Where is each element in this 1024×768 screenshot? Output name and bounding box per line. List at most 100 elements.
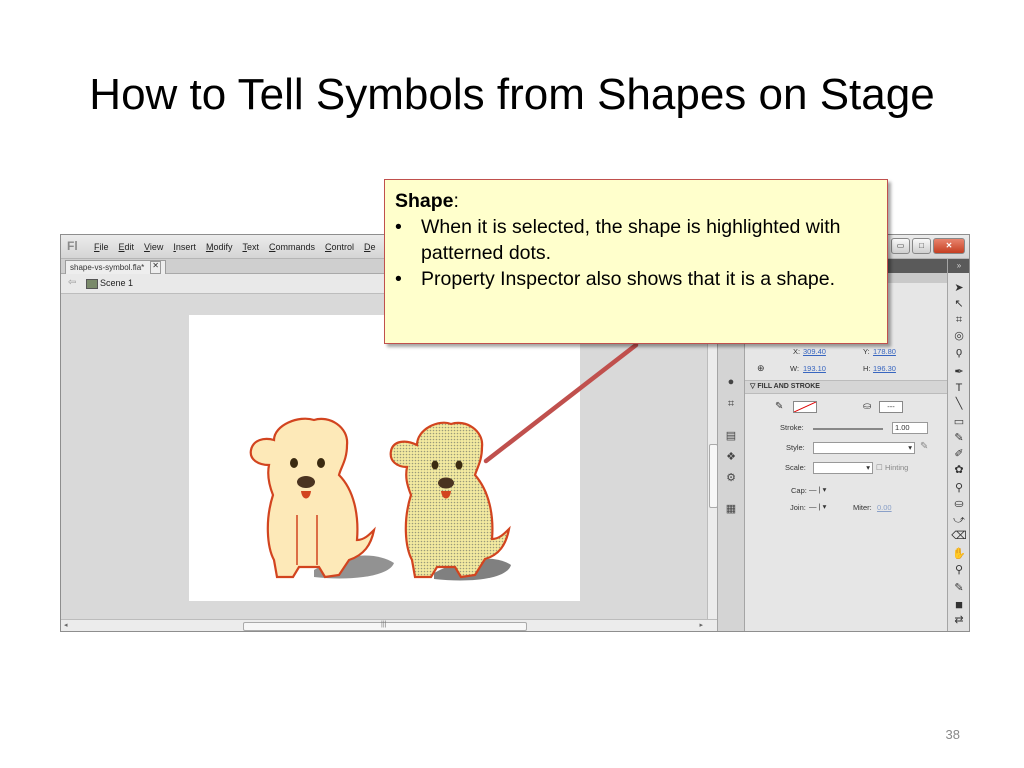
chevron-down-icon: ▾ xyxy=(866,463,870,472)
miter-value[interactable]: 0.00 xyxy=(877,503,892,512)
back-arrow-icon[interactable]: ⇦ xyxy=(68,277,76,288)
h-label: H: xyxy=(863,364,871,373)
menu-control[interactable]: Control xyxy=(325,242,354,252)
info-icon[interactable]: ● xyxy=(725,377,737,388)
stage[interactable] xyxy=(189,315,580,601)
lock-size-icon[interactable]: ⊕ xyxy=(757,363,765,374)
rectangle-tool-icon[interactable]: ▭ xyxy=(951,415,967,430)
section-chevron-icon: ▽ xyxy=(750,383,756,390)
fill-bucket-icon: ⛀ xyxy=(863,401,872,412)
join-dropdown[interactable]: — | ▾ xyxy=(809,502,826,511)
deco-tool-icon[interactable]: ✿ xyxy=(951,463,967,478)
scale-label: Scale: xyxy=(785,463,806,472)
document-tab[interactable]: shape-vs-symbol.fla* ✕ xyxy=(65,260,166,274)
actions-icon[interactable]: ▦ xyxy=(725,504,737,515)
fill-stroke-header: FILL AND STROKE xyxy=(757,383,820,390)
hand-tool-icon[interactable]: ✋ xyxy=(951,547,967,562)
bone-tool-icon[interactable]: ⚲ xyxy=(951,481,967,496)
menu-items: File Edit View Insert Modify Text Comman… xyxy=(94,242,376,252)
selection-tool-icon[interactable]: ➤ xyxy=(951,281,967,296)
window-controls: ▭ □ ✕ xyxy=(891,238,965,254)
scene-label[interactable]: Scene 1 xyxy=(100,278,133,288)
join-row: Join: — | ▾ Miter: 0.00 xyxy=(745,499,947,515)
h-value[interactable]: 196.30 xyxy=(873,364,896,373)
lasso-tool-icon[interactable]: ϙ xyxy=(951,345,967,360)
menu-file[interactable]: File xyxy=(94,242,109,252)
minimize-icon[interactable]: ▭ xyxy=(891,238,910,254)
stage-artwork xyxy=(249,417,511,581)
style-dropdown[interactable]: ▾ xyxy=(813,442,915,454)
maximize-icon[interactable]: □ xyxy=(912,238,931,254)
scroll-right-icon[interactable]: ▸ xyxy=(699,621,703,629)
flash-logo-icon: Fl xyxy=(67,239,78,253)
join-label: Join: xyxy=(790,503,806,512)
cap-row: Cap: — | ▾ xyxy=(745,482,947,498)
hinting-label: Hinting xyxy=(885,463,909,472)
style-row: Style: ▾ ✎ xyxy=(745,439,947,455)
scroll-left-icon[interactable]: ◂ xyxy=(64,621,68,629)
callout-box: Shape: When it is selected, the shape is… xyxy=(384,179,888,344)
line-tool-icon[interactable]: ╲ xyxy=(951,397,967,412)
stroke-color-swatch[interactable] xyxy=(793,401,817,413)
edit-style-pencil-icon[interactable]: ✎ xyxy=(920,441,928,452)
callout-bullet-1: When it is selected, the shape is highli… xyxy=(395,214,875,266)
paint-bucket-tool-icon[interactable]: ⛀ xyxy=(951,497,967,512)
fill-color-tool-icon[interactable]: ■ xyxy=(951,597,967,612)
library-icon[interactable]: ▤ xyxy=(725,431,737,442)
menu-edit[interactable]: Edit xyxy=(119,242,135,252)
document-tab-label: shape-vs-symbol.fla* xyxy=(70,263,145,272)
3d-rotation-tool-icon[interactable]: ◎ xyxy=(951,329,967,344)
x-value[interactable]: 309.40 xyxy=(803,347,826,356)
components-icon[interactable]: ❖ xyxy=(725,452,737,463)
menu-view[interactable]: View xyxy=(144,242,163,252)
transform-icon[interactable]: ⌗ xyxy=(725,399,737,410)
size-row: ⊕ W: 193.10 H: 196.30 xyxy=(745,360,947,376)
y-value[interactable]: 178.80 xyxy=(873,347,896,356)
brush-tool-icon[interactable]: ✐ xyxy=(951,447,967,462)
callout-bullets: When it is selected, the shape is highli… xyxy=(395,214,875,292)
free-transform-tool-icon[interactable]: ⌗ xyxy=(951,313,967,328)
menu-commands[interactable]: Commands xyxy=(269,242,315,252)
w-value[interactable]: 193.10 xyxy=(803,364,826,373)
stroke-color-pencil-icon: ✎ xyxy=(775,401,784,412)
fill-stroke-section[interactable]: ▽ FILL AND STROKE xyxy=(745,380,947,394)
eyedropper-tool-icon[interactable]: ⤻ xyxy=(951,513,967,528)
chevron-down-icon: ▾ xyxy=(908,443,912,452)
pen-tool-icon[interactable]: ✒ xyxy=(951,365,967,380)
pencil-tool-icon[interactable]: ✎ xyxy=(951,431,967,446)
slide-number: 38 xyxy=(945,727,960,742)
menu-debug[interactable]: De xyxy=(364,242,376,252)
zoom-tool-icon[interactable]: ⚲ xyxy=(951,563,967,578)
position-row: X: 309.40 Y: 178.80 xyxy=(745,344,947,360)
close-icon[interactable]: ✕ xyxy=(933,238,965,254)
menu-text[interactable]: Text xyxy=(242,242,259,252)
tab-close-icon[interactable]: ✕ xyxy=(150,261,161,274)
callout-bullet-2: Property Inspector also shows that it is… xyxy=(395,266,875,292)
subselection-tool-icon[interactable]: ↖ xyxy=(951,297,967,312)
menu-insert[interactable]: Insert xyxy=(173,242,196,252)
scene-clapper-icon xyxy=(86,279,98,289)
stroke-row: Stroke: 1.00 xyxy=(745,419,947,435)
hinting-checkbox[interactable]: ☐ xyxy=(876,463,883,472)
stroke-value-field[interactable]: 1.00 xyxy=(892,422,928,434)
w-label: W: xyxy=(790,364,800,373)
cap-label: Cap: xyxy=(791,486,807,495)
stroke-slider[interactable] xyxy=(813,428,883,430)
text-tool-icon[interactable]: T xyxy=(951,381,967,396)
motion-presets-icon[interactable]: ⚙ xyxy=(725,473,737,484)
stroke-label: Stroke: xyxy=(780,423,804,432)
cap-dropdown[interactable]: — | ▾ xyxy=(809,485,826,494)
scale-dropdown[interactable]: ▾ xyxy=(813,462,873,474)
tools-panel: » ➤ ↖ ⌗ ◎ ϙ ✒ T ╲ ▭ ✎ ✐ ✿ ⚲ ⛀ ⤻ ⌫ ✋ ⚲ ✎ … xyxy=(947,259,969,631)
menu-modify[interactable]: Modify xyxy=(206,242,233,252)
swap-colors-icon[interactable]: ⇄ xyxy=(951,613,967,628)
fill-color-swatch[interactable]: --- xyxy=(879,401,903,413)
eraser-tool-icon[interactable]: ⌫ xyxy=(951,529,967,544)
x-label: X: xyxy=(793,347,801,356)
stroke-color-tool-icon[interactable]: ✎ xyxy=(951,581,967,596)
dog-shape-selected[interactable] xyxy=(389,421,511,581)
tools-panel-header: » xyxy=(948,259,969,273)
dog-symbol[interactable] xyxy=(249,417,394,579)
horizontal-scrollbar[interactable]: ◂ ||| ▸ xyxy=(61,619,717,631)
callout-heading-line: Shape: xyxy=(395,188,875,214)
